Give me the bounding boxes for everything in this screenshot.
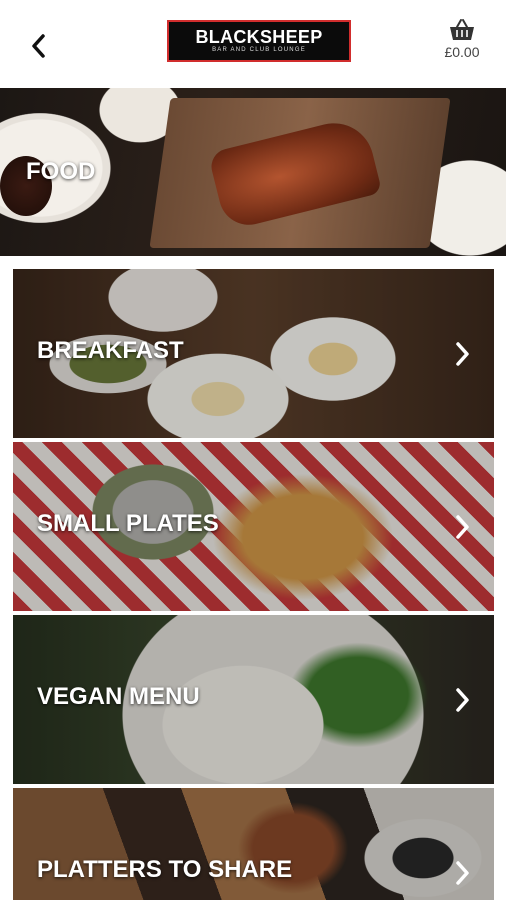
chevron-right-icon (456, 342, 469, 366)
back-button[interactable] (22, 28, 54, 64)
category-label: SMALL PLATES (37, 510, 219, 537)
category-breakfast[interactable]: BREAKFAST (13, 269, 494, 438)
category-small-plates[interactable]: SMALL PLATES (13, 442, 494, 611)
category-label: VEGAN MENU (37, 683, 200, 710)
brand-logo[interactable]: BLACKSHEEP BAR AND CLUB LOUNGE (167, 20, 351, 62)
food-hero-banner: FOOD (0, 88, 506, 256)
app-header: BLACKSHEEP BAR AND CLUB LOUNGE £0.00 (0, 0, 506, 88)
category-vegan-menu[interactable]: VEGAN MENU (13, 615, 494, 784)
basket-total: £0.00 (444, 44, 480, 60)
chevron-right-icon (456, 861, 469, 885)
category-label: PLATTERS TO SHARE (37, 856, 293, 883)
chevron-right-icon (456, 515, 469, 539)
category-label: BREAKFAST (37, 337, 184, 364)
brand-title: BLACKSHEEP (195, 27, 323, 47)
chevron-right-icon (456, 688, 469, 712)
chevron-left-icon (32, 34, 45, 58)
basket-icon (450, 19, 474, 40)
hero-title: FOOD (26, 158, 96, 185)
basket-button[interactable]: £0.00 (432, 18, 492, 68)
category-platters-to-share[interactable]: PLATTERS TO SHARE (13, 788, 494, 900)
brand-subtitle: BAR AND CLUB LOUNGE (212, 47, 306, 53)
